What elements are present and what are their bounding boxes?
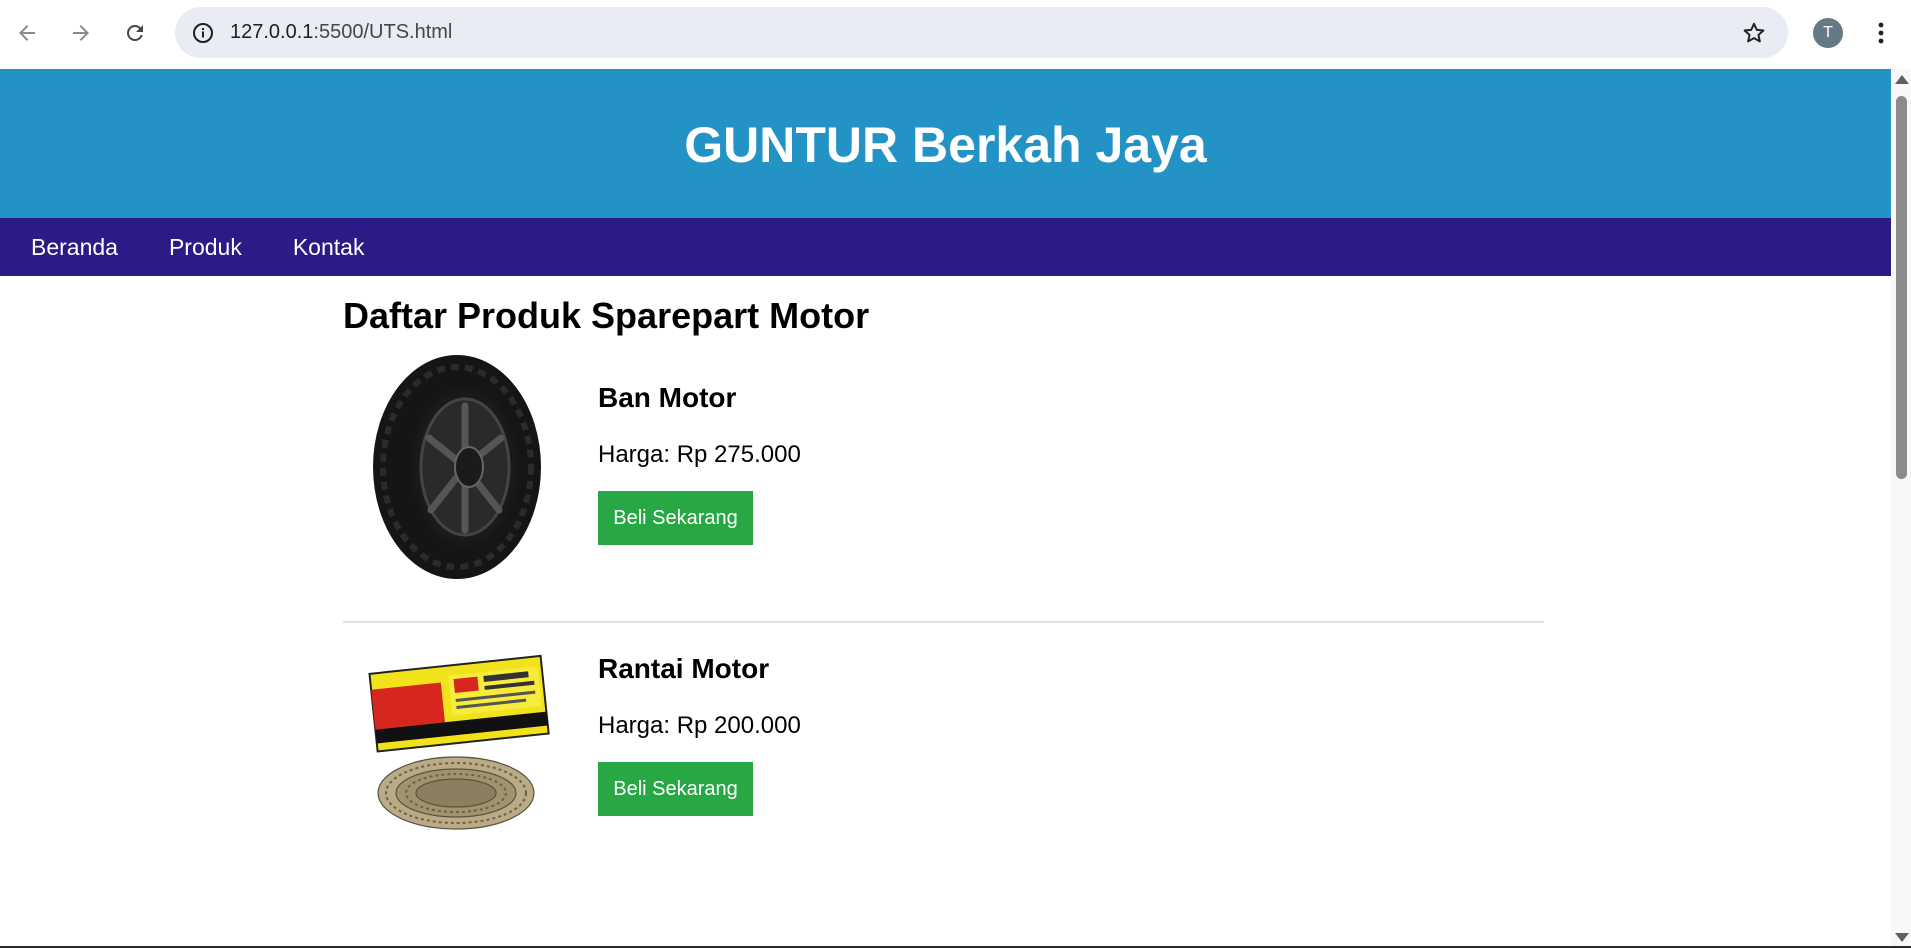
site-header: GUNTUR Berkah Jaya [0,69,1891,218]
url-host: 127.0.0.1 [230,21,314,43]
product-price: Harga: Rp 275.000 [598,441,801,468]
product-price: Harga: Rp 200.000 [598,712,801,739]
page-heading: Daftar Produk Sparepart Motor [343,295,870,336]
site-info-icon[interactable] [189,19,217,47]
page-viewport: GUNTUR Berkah Jaya Beranda Produk Kontak… [0,69,1891,948]
browser-toolbar: 127.0.0.1:5500/UTS.html T [0,0,1911,69]
url-path: :5500/UTS.html [313,21,453,43]
nav-link-beranda[interactable]: Beranda [31,234,118,261]
scrollbar-thumb[interactable] [1896,96,1907,479]
site-nav: Beranda Produk Kontak [0,218,1891,276]
chain-image [368,654,550,830]
product-name: Ban Motor [598,382,737,413]
reload-icon [126,24,143,41]
url-text: 127.0.0.1:5500/UTS.html [230,21,452,44]
arrow-right-icon [73,25,89,41]
tire-image [373,355,541,579]
buy-now-button[interactable]: Beli Sekarang [598,762,753,816]
site-title: GUNTUR Berkah Jaya [684,117,1207,173]
product-item: Ban Motor Harga: Rp 275.000 Beli Sekaran… [343,352,1544,623]
nav-link-kontak[interactable]: Kontak [293,234,365,261]
reload-button[interactable] [116,14,154,52]
more-menu-icon[interactable] [1868,17,1894,49]
product-name: Rantai Motor [598,653,770,684]
back-button[interactable] [8,14,46,52]
forward-button[interactable] [62,14,100,52]
address-bar[interactable]: 127.0.0.1:5500/UTS.html [175,7,1788,58]
scroll-down-icon[interactable] [1895,933,1909,942]
buy-now-button[interactable]: Beli Sekarang [598,491,753,545]
vertical-scrollbar[interactable] [1891,69,1911,948]
bookmark-star-icon[interactable] [1740,19,1768,47]
profile-avatar[interactable]: T [1813,18,1843,48]
product-item: Rantai Motor Harga: Rp 200.000 Beli Seka… [343,623,1544,894]
arrow-left-icon [19,25,35,41]
scroll-up-icon[interactable] [1895,75,1909,84]
nav-link-produk[interactable]: Produk [169,234,242,261]
